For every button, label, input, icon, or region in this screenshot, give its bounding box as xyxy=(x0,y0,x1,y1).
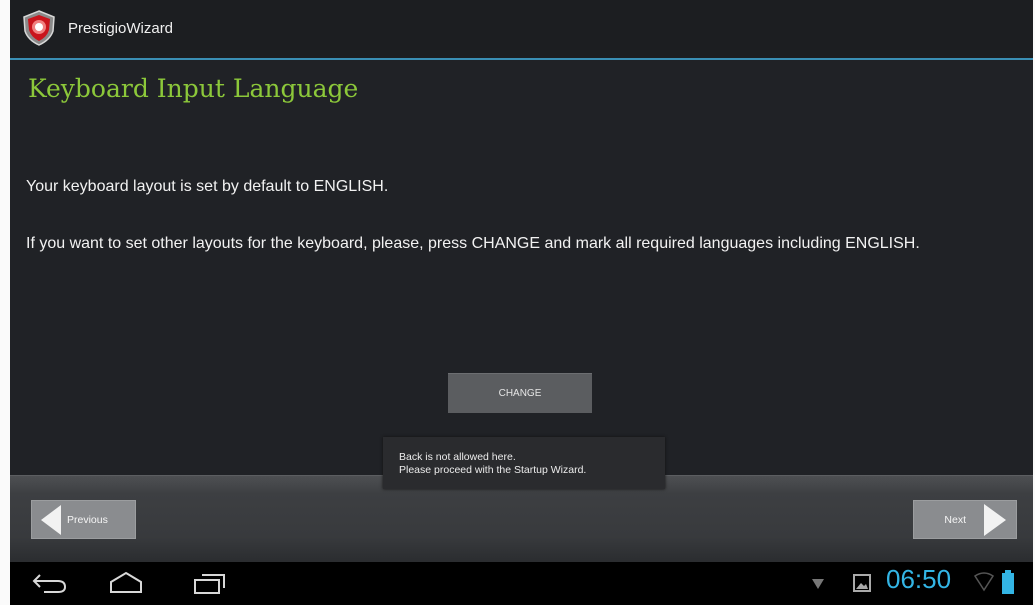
next-label: Next xyxy=(944,513,966,526)
arrow-right-icon xyxy=(984,503,1006,536)
notification-icon[interactable] xyxy=(810,576,826,597)
screen: PrestigioWizard Keyboard Input Language … xyxy=(10,0,1033,605)
change-button[interactable]: CHANGE xyxy=(448,373,592,413)
system-navigation-bar: 06:50 xyxy=(10,562,1033,605)
default-layout-text: Your keyboard layout is set by default t… xyxy=(26,178,389,195)
status-clock: 06:50 xyxy=(886,564,952,594)
battery-icon xyxy=(1002,570,1014,599)
toast-line-2: Please proceed with the Startup Wizard. xyxy=(399,464,587,476)
next-button[interactable]: Next xyxy=(913,500,1017,539)
gallery-icon[interactable] xyxy=(853,574,871,597)
recent-apps-icon[interactable] xyxy=(190,570,230,601)
title-bar: PrestigioWizard xyxy=(10,0,1033,60)
arrow-left-icon xyxy=(41,504,61,535)
toast-line-1: Back is not allowed here. xyxy=(399,451,516,463)
prestigio-logo-icon xyxy=(20,9,58,47)
back-icon[interactable] xyxy=(30,570,70,601)
wifi-icon xyxy=(973,572,995,597)
previous-button[interactable]: Previous xyxy=(31,500,136,539)
home-icon[interactable] xyxy=(106,570,146,601)
app-title: PrestigioWizard xyxy=(68,20,174,37)
change-instructions-text: If you want to set other layouts for the… xyxy=(26,235,920,252)
page-heading: Keyboard Input Language xyxy=(28,74,359,103)
toast-message: Back is not allowed here. Please proceed… xyxy=(383,437,665,489)
previous-label: Previous xyxy=(67,513,108,526)
